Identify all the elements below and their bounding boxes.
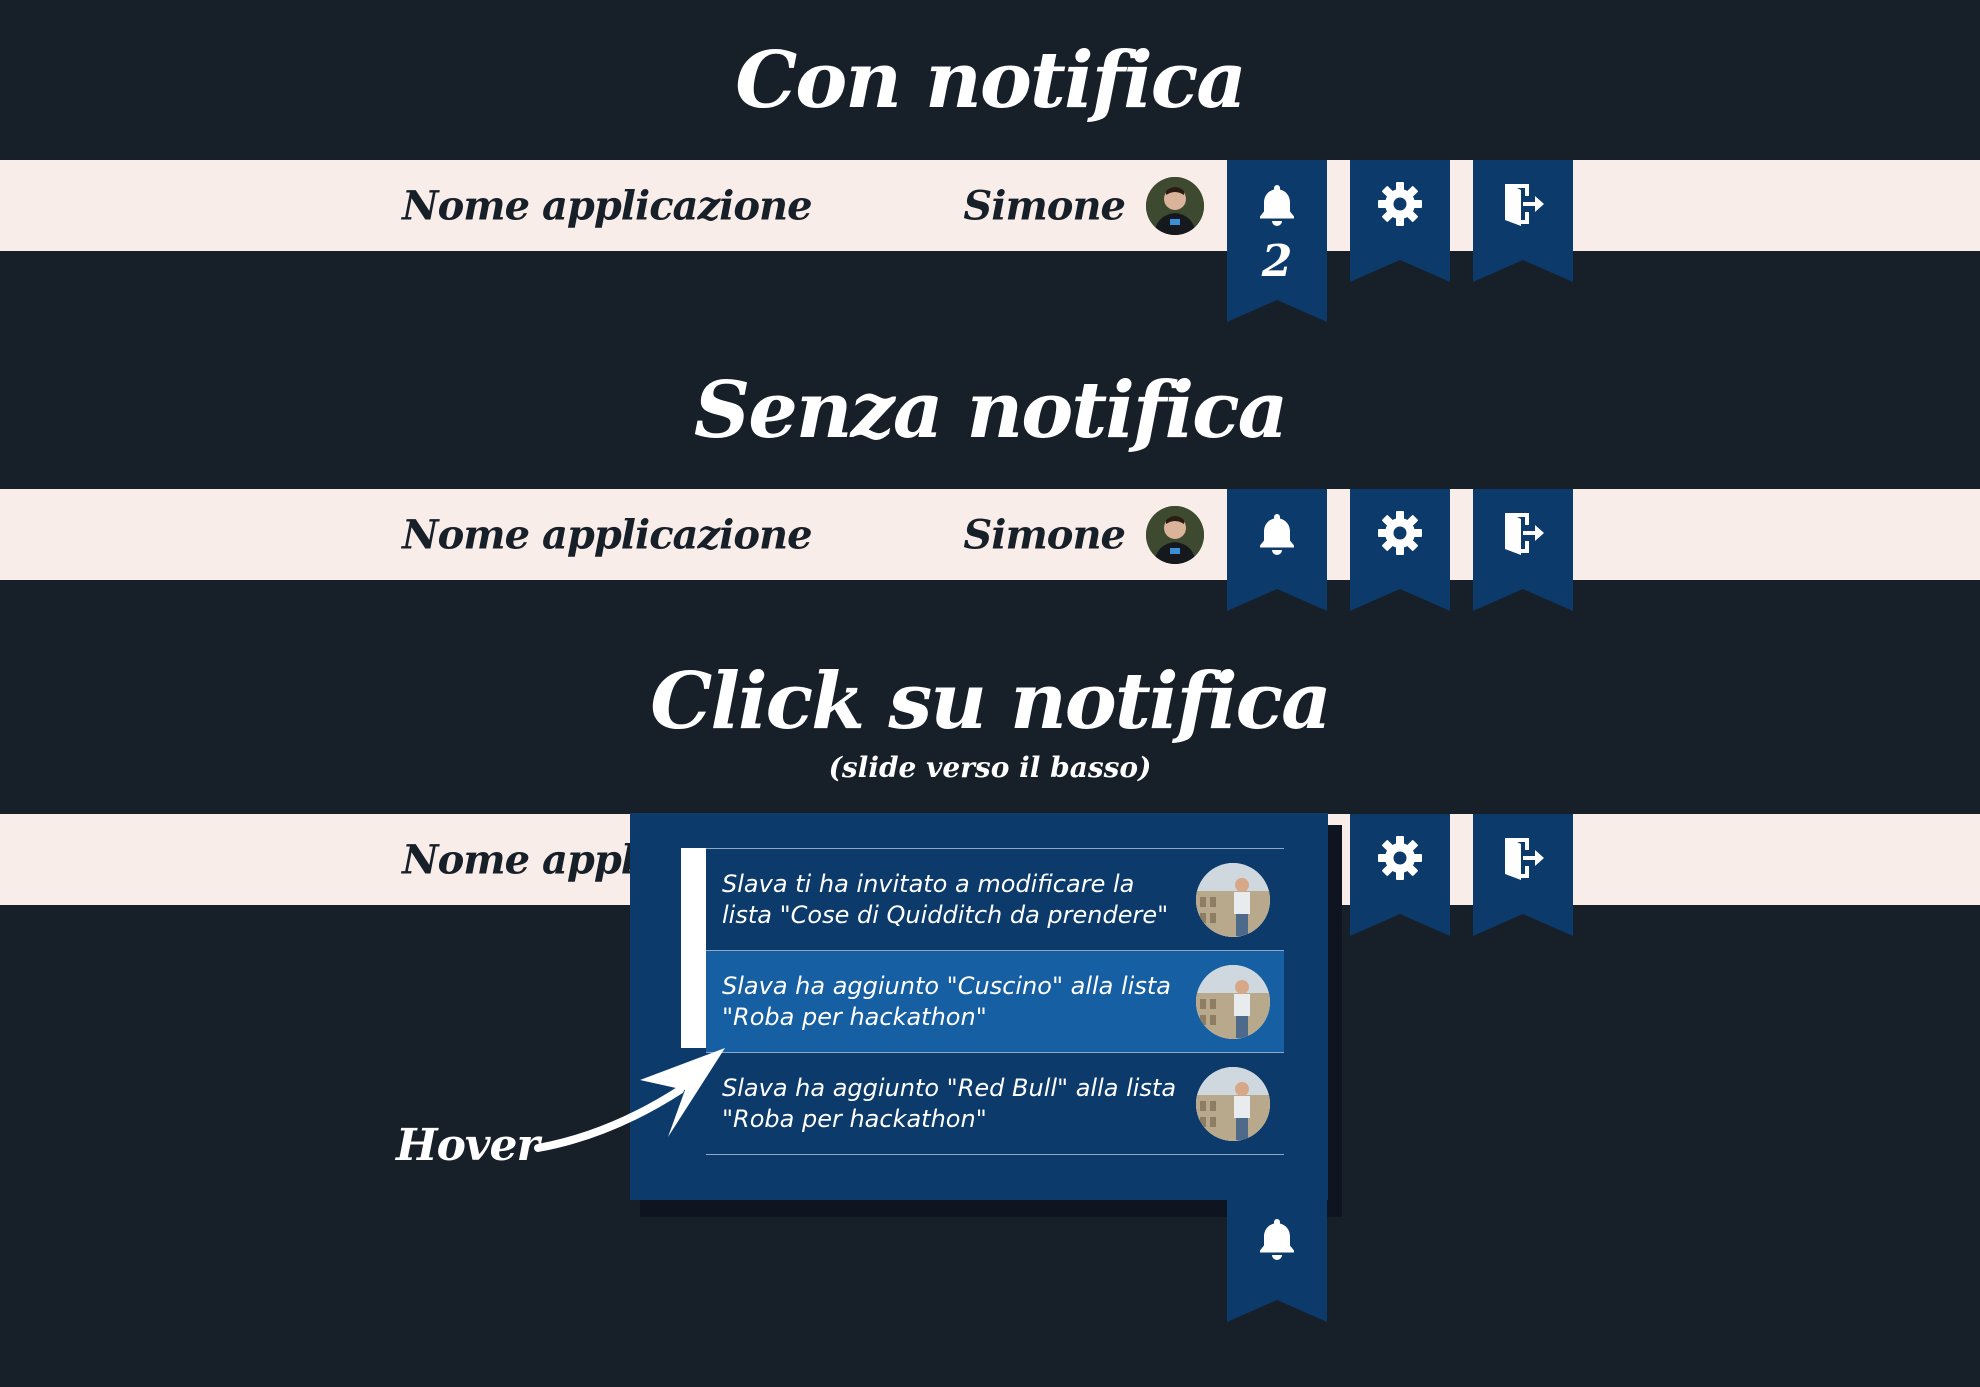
bell-icon	[1253, 1214, 1301, 1262]
user-name[interactable]: Simone	[963, 511, 1126, 558]
user-name[interactable]: Simone	[963, 182, 1126, 229]
avatar[interactable]	[1146, 505, 1204, 564]
header-bar-with-notification: Nome applicazione Simone	[0, 160, 1980, 251]
gear-icon	[1376, 509, 1424, 557]
settings-button[interactable]	[1350, 160, 1450, 282]
bell-icon	[1253, 509, 1301, 557]
section-title-without-notification: Senza notifica	[693, 365, 1288, 456]
gear-icon	[1376, 180, 1424, 228]
notification-list: Slava ti ha invitato a modificare la lis…	[706, 848, 1284, 1155]
gear-icon	[1376, 834, 1424, 882]
notification-avatar	[1196, 862, 1270, 937]
notification-item[interactable]: Slava ti ha invitato a modificare la lis…	[706, 849, 1284, 951]
notification-item-hovered[interactable]: Slava ha aggiunto "Cuscino" alla lista "…	[706, 951, 1284, 1053]
hover-annotation-label: Hover	[396, 1120, 540, 1171]
logout-icon	[1499, 509, 1547, 557]
notification-avatar	[1196, 964, 1270, 1039]
notification-text: Slava ti ha invitato a modificare la lis…	[722, 869, 1169, 929]
logout-icon	[1499, 834, 1547, 882]
logout-icon	[1499, 180, 1547, 228]
settings-button[interactable]	[1350, 814, 1450, 936]
notifications-button[interactable]: 2	[1227, 160, 1327, 322]
notification-count-badge: 2	[1261, 236, 1293, 287]
notifications-button[interactable]	[1227, 489, 1327, 611]
header-bar-without-notification: Nome applicazione Simone	[0, 489, 1980, 580]
notification-text: Slava ha aggiunto "Cuscino" alla lista "…	[722, 971, 1171, 1031]
app-name: Nome applicazione	[402, 511, 813, 558]
section-title-notification-click: Click su notifica	[650, 656, 1331, 747]
notification-avatar	[1196, 1066, 1270, 1141]
section-subtitle: (slide verso il basso)	[828, 751, 1152, 784]
section-title-with-notification: Con notifica	[735, 35, 1247, 126]
app-name: Nome applicazione	[402, 182, 813, 229]
bell-icon	[1253, 180, 1301, 228]
logout-button[interactable]	[1473, 489, 1573, 611]
logout-button[interactable]	[1473, 814, 1573, 936]
avatar[interactable]	[1146, 176, 1204, 235]
arrow-icon	[534, 1048, 725, 1152]
logout-button[interactable]	[1473, 160, 1573, 282]
notification-text: Slava ha aggiunto "Red Bull" alla lista …	[722, 1073, 1177, 1133]
settings-button[interactable]	[1350, 489, 1450, 611]
notification-item[interactable]: Slava ha aggiunto "Red Bull" alla lista …	[706, 1053, 1284, 1155]
selection-indicator	[681, 848, 706, 1048]
